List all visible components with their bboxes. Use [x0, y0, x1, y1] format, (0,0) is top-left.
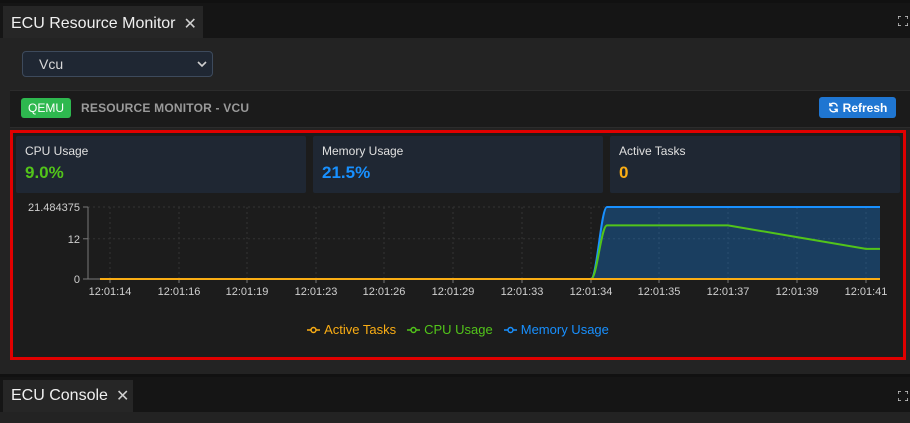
- memory-usage-label: Memory Usage: [322, 144, 404, 158]
- legend-label: Memory Usage: [520, 322, 609, 337]
- top-tab-bar: ECU Resource Monitor ✕: [0, 0, 910, 41]
- tab-ecu-console[interactable]: ECU Console ✕: [3, 380, 133, 412]
- y-tick-label: 12: [68, 234, 80, 246]
- tab-title: ECU Console: [11, 387, 108, 404]
- x-tick-label: 12:01:33: [501, 286, 544, 298]
- monitor-title: RESOURCE MONITOR - VCU: [81, 101, 250, 115]
- console-body: [0, 412, 910, 423]
- legend-item-active-tasks[interactable]: Active Tasks: [307, 322, 396, 337]
- bottom-tab-bar: ECU Console ✕: [0, 374, 910, 423]
- refresh-button[interactable]: Refresh: [819, 97, 896, 118]
- legend-label: CPU Usage: [424, 322, 493, 337]
- resource-monitor-panel: Vcu QEMU RESOURCE MONITOR - VCU Refresh …: [0, 38, 910, 374]
- tab-title: ECU Resource Monitor: [11, 14, 176, 32]
- active-tasks-label: Active Tasks: [619, 144, 686, 158]
- x-tick-label: 12:01:37: [707, 286, 750, 298]
- ecu-select[interactable]: Vcu: [22, 51, 213, 77]
- legend-item-memory-usage[interactable]: Memory Usage: [503, 322, 609, 337]
- y-tick-label: 21.484375: [28, 202, 80, 214]
- x-tick-label: 12:01:26: [363, 286, 406, 298]
- x-tick-label: 12:01:14: [89, 286, 132, 298]
- qemu-badge: QEMU: [21, 98, 71, 118]
- maximize-icon[interactable]: [898, 16, 908, 26]
- close-icon[interactable]: ✕: [184, 14, 197, 34]
- close-icon[interactable]: ✕: [116, 386, 129, 406]
- x-tick-label: 12:01:16: [158, 286, 201, 298]
- tab-ecu-resource-monitor[interactable]: ECU Resource Monitor ✕: [3, 6, 203, 41]
- resource-monitor-content: CPU Usage 9.0% Memory Usage 21.5% Active…: [10, 130, 906, 360]
- cpu-usage-card: CPU Usage 9.0%: [16, 136, 306, 193]
- x-tick-label: 12:01:19: [226, 286, 269, 298]
- x-tick-label: 12:01:34: [570, 286, 613, 298]
- active-tasks-card: Active Tasks 0: [610, 136, 900, 193]
- series-area-memory-usage: [100, 206, 880, 279]
- refresh-label: Refresh: [842, 100, 888, 115]
- resource-chart: 0 12 21.484375 12:01:14 12:01:16 12:01:19 12:0…: [28, 202, 888, 298]
- cpu-usage-value: 9.0%: [25, 163, 64, 182]
- y-tick-label: 0: [74, 274, 80, 286]
- monitor-header: QEMU RESOURCE MONITOR - VCU Refresh: [10, 90, 910, 128]
- cpu-usage-label: CPU Usage: [25, 144, 89, 158]
- legend-item-cpu-usage[interactable]: CPU Usage: [407, 322, 493, 337]
- memory-usage-value: 21.5%: [322, 163, 371, 182]
- legend-swatch: [407, 326, 421, 333]
- x-tick-label: 12:01:35: [638, 286, 681, 298]
- memory-usage-card: Memory Usage 21.5%: [313, 136, 603, 193]
- active-tasks-value: 0: [619, 163, 629, 182]
- refresh-icon: [828, 102, 838, 113]
- ecu-select-value: Vcu: [39, 56, 64, 72]
- legend-label: Active Tasks: [324, 322, 397, 337]
- legend-swatch: [503, 326, 517, 333]
- legend-swatch: [307, 326, 321, 333]
- x-tick-label: 12:01:23: [295, 286, 338, 298]
- x-tick-label: 12:01:41: [845, 286, 888, 298]
- maximize-icon[interactable]: [898, 391, 908, 401]
- chart-legend: Active Tasks CPU Usage Memory Usage: [13, 322, 903, 337]
- chevron-down-icon: [197, 61, 207, 68]
- x-tick-label: 12:01:29: [432, 286, 475, 298]
- x-tick-label: 12:01:39: [776, 286, 819, 298]
